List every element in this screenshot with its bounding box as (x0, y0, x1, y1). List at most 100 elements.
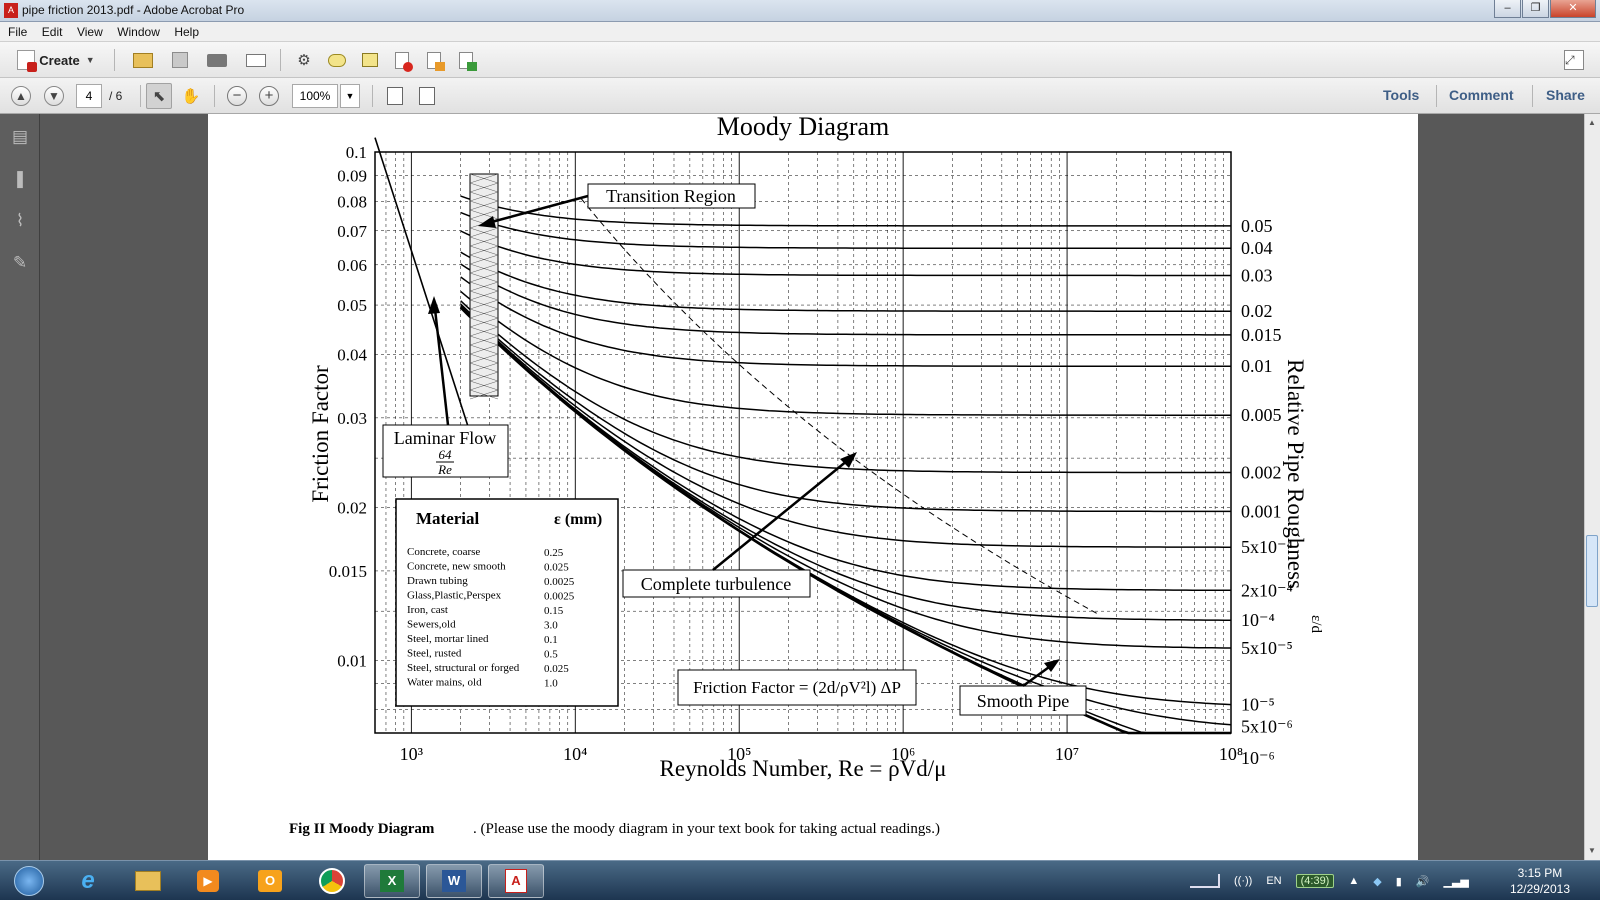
share-link[interactable]: Share (1546, 87, 1585, 103)
tools-link[interactable]: Tools (1383, 87, 1419, 103)
material-epsilon: 3.0 (544, 620, 558, 632)
material-epsilon: 0.15 (544, 605, 564, 617)
settings-button[interactable]: ⚙ (291, 47, 317, 73)
excel-taskbar-button[interactable]: X (364, 864, 420, 898)
printer-icon (207, 53, 227, 67)
extract-pages-button[interactable] (421, 47, 447, 73)
page-arrow-icon (427, 51, 445, 71)
comment-button[interactable] (324, 47, 350, 73)
roughness-curve (460, 300, 1231, 474)
outlook-taskbar-button[interactable]: O (242, 864, 298, 898)
expand-icon: ⤢ (1564, 50, 1584, 70)
network-signal-icon[interactable] (1190, 874, 1220, 888)
comment-link[interactable]: Comment (1449, 87, 1514, 103)
zoom-in-button[interactable]: + (256, 83, 282, 109)
scroll-thumb[interactable] (1586, 535, 1598, 607)
menu-view[interactable]: View (77, 22, 103, 42)
chart-title: Moody Diagram (717, 114, 890, 141)
print-button[interactable] (204, 47, 230, 73)
y-tick-label: 0.03 (337, 409, 367, 428)
material-epsilon: 0.025 (544, 562, 569, 574)
zoom-dropdown[interactable]: ▼ (340, 84, 360, 108)
menu-window[interactable]: Window (117, 22, 160, 42)
roughness-label: 0.001 (1241, 501, 1282, 521)
roughness-label: 10⁻⁵ (1241, 695, 1275, 715)
zoom-level-input[interactable]: 100% (292, 84, 338, 108)
material-name: Steel, mortar lined (407, 633, 489, 645)
open-button[interactable] (130, 47, 156, 73)
page-number-input[interactable]: 4 (76, 84, 102, 108)
signature-icon[interactable]: ✎ (9, 252, 31, 274)
material-name: Steel, rusted (407, 648, 462, 660)
material-epsilon: 1.0 (544, 678, 558, 690)
menu-edit[interactable]: Edit (42, 22, 63, 42)
highlight-button[interactable] (357, 47, 383, 73)
restore-button[interactable]: ❐ (1522, 0, 1549, 18)
start-button[interactable] (6, 864, 52, 898)
battery-indicator[interactable]: (4:39) (1295, 874, 1335, 888)
email-button[interactable] (243, 47, 269, 73)
window-title: pipe friction 2013.pdf - Adobe Acrobat P… (22, 3, 245, 17)
scroll-up-icon[interactable]: ▲ (1587, 118, 1597, 127)
fit-page-button[interactable] (414, 83, 440, 109)
show-hidden-icons-icon[interactable]: ▲ (1348, 875, 1359, 887)
clock[interactable]: 3:15 PM 12/29/2013 (1510, 865, 1570, 897)
hand-icon: ✋ (181, 88, 201, 105)
roughness-label: 0.015 (1241, 325, 1282, 345)
material-table (395, 498, 619, 707)
fit-width-button[interactable] (382, 83, 408, 109)
ie-taskbar-button[interactable]: e (60, 864, 116, 898)
acrobat-taskbar-button[interactable]: A (488, 864, 544, 898)
laminar-arrow (432, 299, 450, 426)
acrobat-icon: A (505, 869, 527, 893)
vertical-scrollbar[interactable] (1584, 114, 1600, 860)
menu-file[interactable]: File (8, 22, 27, 42)
y-tick-label: 0.02 (337, 498, 367, 517)
y2-axis-label: Relative Pipe Roughness (1283, 359, 1308, 589)
menu-help[interactable]: Help (174, 22, 199, 42)
y-tick-label: 0.07 (337, 222, 367, 241)
full-screen-button[interactable]: ⤢ (1560, 47, 1588, 73)
select-tool-button[interactable]: ⬉ (146, 83, 172, 109)
material-epsilon: 0.1 (544, 634, 558, 646)
paperclip-icon[interactable]: ⌇ (9, 210, 31, 232)
arrow-down-icon: ▼ (44, 86, 64, 106)
word-taskbar-button[interactable]: W (426, 864, 482, 898)
x-tick-label: 10⁸ (1219, 744, 1243, 764)
close-button[interactable]: ✕ (1550, 0, 1596, 18)
minimize-button[interactable]: – (1494, 0, 1521, 18)
media-player-taskbar-button[interactable]: ▶ (180, 864, 236, 898)
pages-panel-icon[interactable]: ▤ (9, 126, 31, 148)
roughness-label: 5x10⁻⁶ (1241, 717, 1293, 737)
chrome-taskbar-button[interactable] (304, 864, 360, 898)
y-tick-label: 0.08 (337, 192, 367, 211)
clock-date: 12/29/2013 (1509, 882, 1570, 896)
wireless-icon[interactable]: ((·)) (1234, 875, 1252, 887)
delete-pages-button[interactable] (389, 47, 415, 73)
explorer-taskbar-button[interactable] (120, 864, 176, 898)
figure-caption-bold: Fig II Moody Diagram (289, 821, 435, 837)
dropbox-icon[interactable]: ◆ (1373, 875, 1381, 888)
language-indicator[interactable]: EN (1266, 875, 1281, 887)
previous-page-button[interactable]: ▲ (8, 83, 34, 109)
roughness-curve (460, 290, 1231, 416)
battery-icon[interactable]: ▮ (1396, 875, 1402, 888)
create-button[interactable]: Create ▼ (10, 47, 102, 73)
material-epsilon: 0.25 (544, 547, 564, 559)
export-button[interactable] (453, 47, 479, 73)
y-tick-label: 0.06 (337, 256, 367, 275)
y-tick-label: 0.04 (337, 345, 367, 364)
x-tick-label: 10⁷ (1055, 744, 1079, 764)
signal-bars-icon[interactable]: ▁▃▅ (1443, 875, 1468, 888)
save-button[interactable] (167, 47, 193, 73)
roughness-label: 0.04 (1241, 238, 1273, 258)
bookmark-icon[interactable]: ❚ (9, 168, 31, 190)
zoom-out-button[interactable]: − (224, 83, 250, 109)
scroll-down-icon[interactable]: ▼ (1587, 846, 1597, 855)
next-page-button[interactable]: ▼ (41, 83, 67, 109)
material-name: Water mains, old (407, 677, 482, 689)
volume-icon[interactable]: 🔊 (1416, 875, 1430, 888)
fit-page-icon (419, 87, 435, 105)
hand-tool-button[interactable]: ✋ (178, 83, 204, 109)
roughness-curve (460, 251, 1231, 312)
